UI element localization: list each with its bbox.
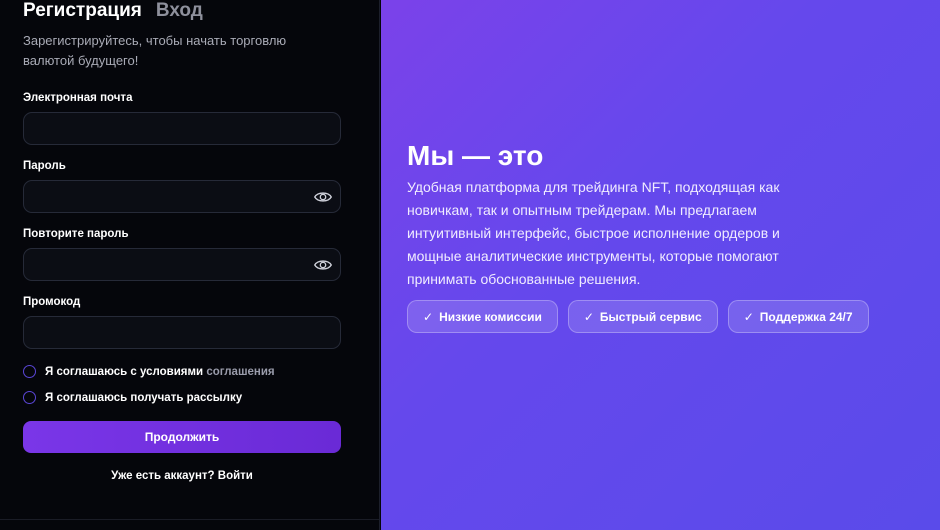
password-repeat-label: Повторите пароль — [23, 228, 129, 240]
newsletter-checkbox[interactable] — [23, 391, 36, 404]
feature-chips: ✓ Низкие комиссии ✓ Быстрый сервис ✓ Под… — [407, 300, 869, 333]
email-field[interactable] — [24, 113, 340, 144]
terms-agreement-row: Я соглашаюсь с условиями соглашения — [23, 365, 275, 378]
eye-icon[interactable] — [314, 257, 332, 273]
feature-chip-label: Низкие комиссии — [439, 309, 542, 324]
have-account-row: Уже есть аккаунт? Войти — [23, 470, 341, 482]
hero-title: Мы — это — [407, 140, 544, 171]
have-account-text: Уже есть аккаунт? — [111, 470, 215, 482]
terms-link[interactable]: соглашения — [206, 366, 274, 378]
password-label: Пароль — [23, 160, 66, 172]
hero-panel: Мы — это Удобная платформа для трейдинга… — [381, 0, 940, 530]
feature-chip: ✓ Быстрый сервис — [567, 300, 718, 333]
promo-label: Промокод — [23, 296, 81, 308]
continue-button[interactable]: Продолжить — [23, 421, 341, 453]
divider — [0, 519, 379, 520]
password-repeat-field-wrapper — [23, 248, 341, 281]
hero-description: Удобная платформа для трейдинга NFT, под… — [407, 179, 780, 287]
check-icon: ✓ — [743, 309, 754, 324]
tab-login[interactable]: Вход — [156, 0, 203, 22]
password-field-wrapper — [23, 180, 341, 213]
tab-register[interactable]: Регистрация — [23, 0, 142, 22]
newsletter-label: Я соглашаюсь получать рассылку — [45, 391, 243, 404]
check-icon: ✓ — [583, 309, 594, 324]
feature-chip-label: Поддержка 24/7 — [759, 309, 853, 324]
login-link[interactable]: Войти — [218, 470, 253, 482]
eye-icon[interactable] — [314, 189, 332, 205]
check-icon: ✓ — [423, 309, 434, 324]
terms-label: Я соглашаюсь с условиями — [45, 365, 204, 378]
email-label: Электронная почта — [23, 92, 133, 104]
feature-chip: ✓ Низкие комиссии — [407, 300, 558, 333]
form-subtitle: Зарегистрируйтесь, чтобы начать торговлю… — [23, 33, 287, 68]
feature-chip: ✓ Поддержка 24/7 — [727, 300, 869, 333]
promo-field[interactable] — [24, 317, 340, 348]
auth-tabs: Регистрация Вход — [23, 0, 203, 22]
auth-panel: Регистрация Вход Зарегистрируйтесь, чтоб… — [0, 0, 380, 530]
password-field[interactable] — [24, 181, 340, 212]
email-field-wrapper — [23, 112, 341, 145]
feature-chip-label: Быстрый сервис — [599, 309, 702, 324]
newsletter-agreement-row: Я соглашаюсь получать рассылку — [23, 391, 242, 404]
terms-checkbox[interactable] — [23, 365, 36, 378]
promo-field-wrapper — [23, 316, 341, 349]
terms-text: Я соглашаюсь с условиями соглашения — [45, 366, 275, 378]
password-repeat-field[interactable] — [24, 249, 340, 280]
